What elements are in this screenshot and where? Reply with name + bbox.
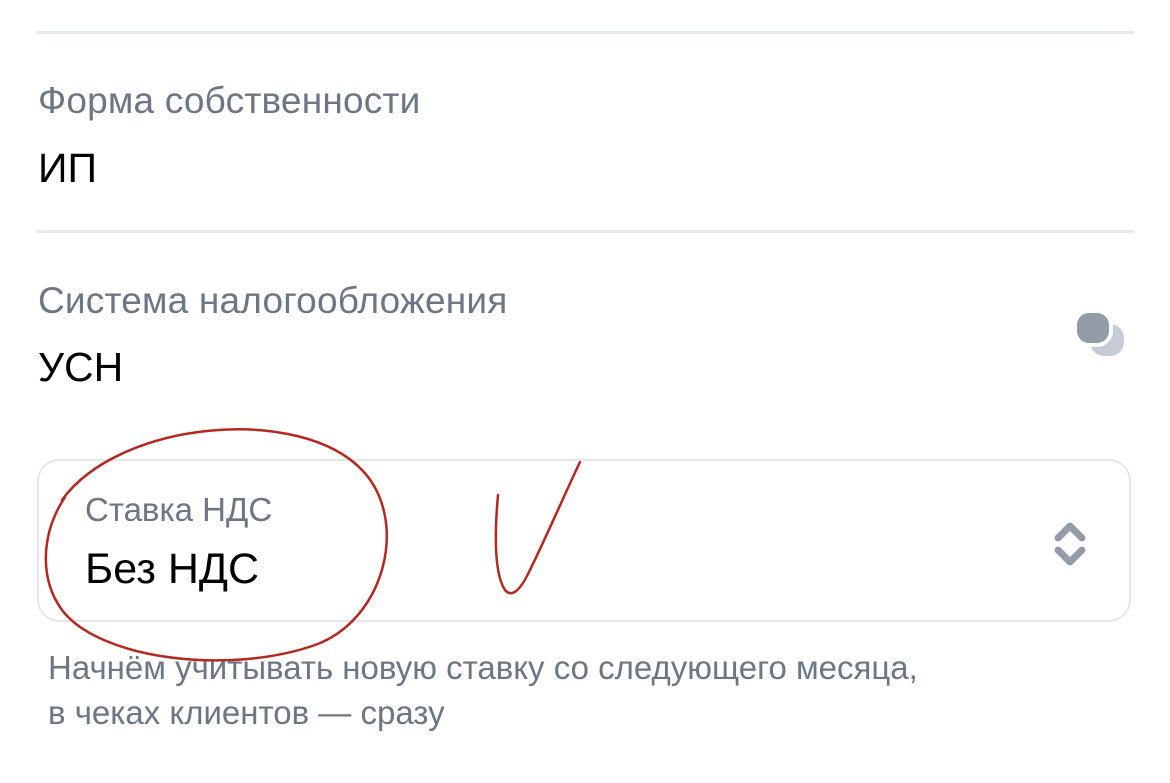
hint-line-1: Начнём учитывать новую ставку со следующ… [48,649,918,686]
middle-divider [36,230,1134,233]
ownership-form-label: Форма собственности [38,80,421,121]
ownership-form-value: ИП [38,145,97,191]
vat-hint-text: Начнём учитывать новую ставку со следующ… [48,645,1108,735]
vat-rate-label: Ставка НДС [85,491,273,528]
chevron-up-down-icon [1052,519,1088,569]
top-divider [36,31,1134,34]
hint-line-2: в чеках клиентов — сразу [48,694,445,731]
chat-bubbles-icon[interactable] [1070,308,1126,360]
tax-system-value: УСН [38,344,124,390]
tax-system-label: Система налогообложения [38,280,508,321]
vat-rate-value: Без НДС [85,545,260,593]
vat-rate-select[interactable]: Ставка НДС Без НДС [37,459,1131,622]
